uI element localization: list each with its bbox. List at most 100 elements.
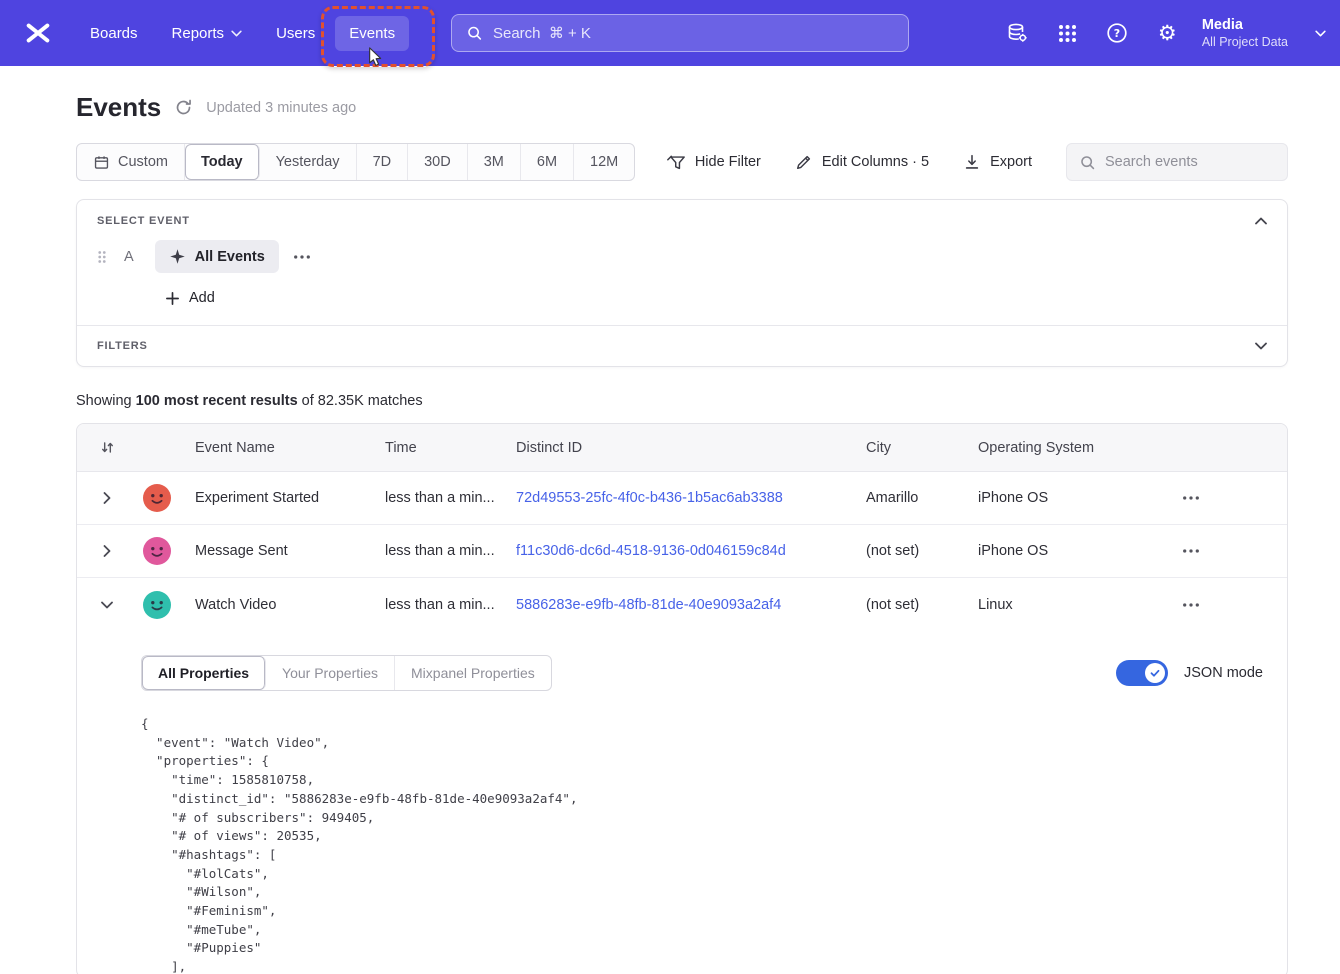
table-header-row: Event Name Time Distinct ID City Operati…	[77, 424, 1287, 472]
cell-city: Amarillo	[856, 490, 968, 506]
event-avatar	[143, 537, 171, 565]
filters-section[interactable]: FILTERS	[77, 325, 1287, 366]
event-json-view: { "event": "Watch Video", "properties": …	[141, 715, 1263, 974]
range-custom-button[interactable]: Custom	[77, 144, 185, 180]
results-count: 100 most recent results	[136, 393, 298, 409]
cell-os: iPhone OS	[968, 490, 1103, 506]
event-selector-chip[interactable]: All Events	[155, 240, 279, 273]
nav-item-reports-label: Reports	[172, 25, 225, 42]
results-suffix: of 82.35K matches	[298, 393, 423, 409]
event-query-row: A All Events	[97, 240, 1267, 273]
edit-columns-button[interactable]: Edit Columns · 5	[795, 153, 929, 171]
data-management-icon[interactable]	[1006, 22, 1029, 45]
table-row[interactable]: Watch Video less than a min... 5886283e-…	[77, 578, 1287, 631]
events-search-input[interactable]	[1105, 154, 1275, 170]
chevron-down-icon[interactable]	[1255, 342, 1267, 350]
search-icon	[1079, 154, 1096, 171]
chevron-right-icon[interactable]	[103, 492, 111, 504]
events-table: Event Name Time Distinct ID City Operati…	[76, 423, 1288, 974]
range-30d-button[interactable]: 30D	[408, 144, 468, 180]
help-icon[interactable]: ?	[1106, 22, 1129, 45]
range-yesterday-button[interactable]: Yesterday	[260, 144, 357, 180]
nav-item-boards[interactable]: Boards	[76, 16, 152, 51]
global-search[interactable]	[451, 14, 909, 52]
json-mode-control: JSON mode	[1116, 660, 1263, 686]
hide-filter-label: Hide Filter	[695, 154, 761, 170]
col-header-os: Operating System	[968, 440, 1103, 456]
chevron-down-icon	[231, 30, 242, 37]
cell-city: (not set)	[856, 597, 968, 613]
select-event-section: SELECT EVENT A All Events	[77, 200, 1287, 325]
tab-all-properties[interactable]: All Properties	[142, 656, 266, 690]
add-event-label: Add	[189, 290, 215, 306]
events-page: Boards Reports Users Events	[0, 0, 1340, 974]
table-row[interactable]: Message Sent less than a min... f11c30d6…	[77, 525, 1287, 578]
sparkle-icon	[169, 248, 186, 265]
primary-nav: Boards Reports Users Events	[76, 16, 415, 51]
chevron-up-icon[interactable]	[1255, 217, 1267, 225]
tab-your-properties[interactable]: Your Properties	[266, 656, 395, 690]
range-12m-button[interactable]: 12M	[574, 144, 634, 180]
mixpanel-logo[interactable]	[24, 18, 54, 48]
nav-item-reports[interactable]: Reports	[158, 16, 257, 51]
range-custom-label: Custom	[118, 154, 168, 170]
row-overflow-icon[interactable]	[1182, 548, 1200, 554]
apps-grid-icon[interactable]	[1056, 22, 1079, 45]
range-today-button[interactable]: Today	[185, 144, 260, 180]
tab-mixpanel-properties[interactable]: Mixpanel Properties	[395, 656, 551, 690]
cell-event-name: Experiment Started	[185, 490, 375, 506]
row-overflow-icon[interactable]	[1182, 495, 1200, 501]
chevron-right-icon[interactable]	[103, 545, 111, 557]
distinct-id-link[interactable]: 72d49553-25fc-4f0c-b436-1b5ac6ab3388	[516, 490, 783, 506]
sort-icon[interactable]	[100, 440, 115, 455]
distinct-id-link[interactable]: 5886283e-e9fb-48fb-81de-40e9093a2af4	[516, 597, 781, 613]
global-search-input[interactable]	[493, 25, 894, 42]
plus-icon	[165, 291, 180, 306]
calendar-icon	[93, 154, 110, 171]
distinct-id-link[interactable]: f11c30d6-dc6d-4518-9136-0d046159c84d	[516, 543, 786, 559]
drag-handle-icon[interactable]	[97, 249, 107, 265]
toggle-knob	[1145, 663, 1165, 683]
table-row[interactable]: Experiment Started less than a min... 72…	[77, 472, 1287, 525]
pencil-icon	[795, 153, 813, 171]
filters-label: FILTERS	[97, 340, 148, 352]
json-mode-toggle[interactable]	[1116, 660, 1168, 686]
settings-gear-icon[interactable]: ⚙	[1156, 22, 1179, 45]
nav-item-users[interactable]: Users	[262, 16, 329, 51]
row-overflow-icon[interactable]	[1182, 602, 1200, 608]
chevron-down-icon[interactable]	[101, 601, 113, 609]
export-label: Export	[990, 154, 1032, 170]
svg-text:?: ?	[1114, 27, 1120, 40]
cell-os: Linux	[968, 597, 1103, 613]
top-navbar: Boards Reports Users Events	[0, 0, 1340, 66]
events-search[interactable]	[1066, 143, 1288, 181]
cell-os: iPhone OS	[968, 543, 1103, 559]
properties-tabs: All Properties Your Properties Mixpanel …	[141, 655, 552, 691]
date-range-control: Custom Today Yesterday 7D 30D 3M 6M 12M	[76, 143, 635, 181]
project-selector[interactable]: Media All Project Data	[1202, 17, 1288, 49]
cell-city: (not set)	[856, 543, 968, 559]
results-prefix: Showing	[76, 393, 136, 409]
toolbar: Custom Today Yesterday 7D 30D 3M 6M 12M …	[76, 143, 1288, 181]
range-3m-button[interactable]: 3M	[468, 144, 521, 180]
cell-time: less than a min...	[375, 543, 506, 559]
refresh-icon[interactable]	[174, 98, 193, 117]
event-overflow-icon[interactable]	[293, 254, 311, 260]
export-button[interactable]: Export	[963, 153, 1032, 171]
cell-event-name: Message Sent	[185, 543, 375, 559]
event-avatar	[143, 484, 171, 512]
search-icon	[466, 24, 483, 42]
add-event-button[interactable]: Add	[165, 290, 215, 306]
funnel-icon	[666, 153, 686, 172]
project-name: Media	[1202, 17, 1288, 33]
chevron-down-icon[interactable]	[1315, 24, 1326, 42]
last-updated-text: Updated 3 minutes ago	[206, 100, 356, 116]
range-6m-button[interactable]: 6M	[521, 144, 574, 180]
navbar-right-cluster: ? ⚙ Media All Project Data	[1006, 17, 1326, 49]
cell-time: less than a min...	[375, 490, 506, 506]
hide-filter-button[interactable]: Hide Filter	[666, 153, 761, 172]
range-7d-button[interactable]: 7D	[357, 144, 409, 180]
col-header-city: City	[856, 440, 968, 456]
nav-item-events[interactable]: Events	[335, 16, 409, 51]
col-header-distinct-id: Distinct ID	[506, 440, 856, 456]
